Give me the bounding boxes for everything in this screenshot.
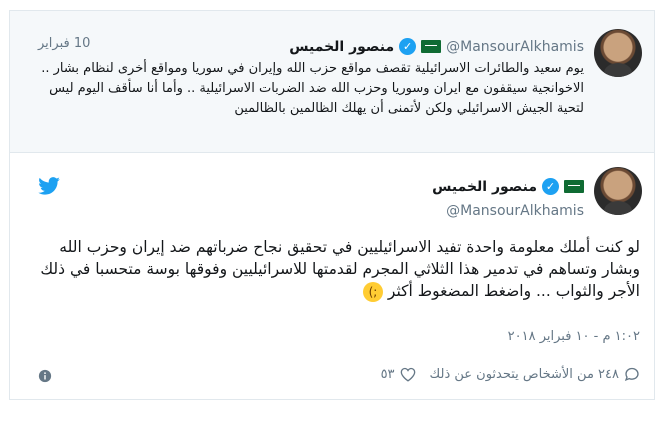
author-avatar[interactable] <box>594 167 642 215</box>
main-tweet: منصور الخميس ✓ @MansourAlkhamis لو كنت أ… <box>9 152 655 400</box>
quoted-tweet[interactable]: منصور الخميس ✓ @MansourAlkhamis 10 فبراي… <box>9 10 655 152</box>
reply-bubble-icon <box>624 367 639 381</box>
saudi-flag-icon <box>421 40 442 53</box>
verified-badge-icon: ✓ <box>399 38 417 55</box>
reply-count-text: ٢٤٨ من الأشخاص يتحدثون عن ذلك <box>429 367 619 382</box>
saudi-flag-icon <box>564 180 584 193</box>
tweet-text: لو كنت أملك معلومة واحدة تفيد الاسرائيلي… <box>24 236 640 302</box>
author-handle[interactable]: @MansourAlkhamis <box>446 39 584 55</box>
info-icon[interactable] <box>38 369 52 383</box>
verified-badge-icon: ✓ <box>542 178 559 195</box>
tweet-actions: ٥٣ ٢٤٨ من الأشخاص يتحدثون عن ذلك <box>381 367 640 382</box>
quoted-author-row: منصور الخميس ✓ @MansourAlkhamis <box>289 38 584 55</box>
tweet-date[interactable]: 10 فبراير <box>38 36 90 51</box>
author-name[interactable]: منصور الخميس <box>432 179 537 195</box>
heart-icon <box>400 367 415 382</box>
quoted-tweet-text: يوم سعيد والطائرات الاسرائيلية تقصف مواق… <box>41 61 584 116</box>
reply-action[interactable]: ٢٤٨ من الأشخاص يتحدثون عن ذلك <box>430 367 640 382</box>
author-avatar[interactable] <box>594 29 642 77</box>
author-handle[interactable]: @MansourAlkhamis <box>446 203 584 219</box>
main-author-row: منصور الخميس ✓ <box>432 178 584 195</box>
tweet-text-content: لو كنت أملك معلومة واحدة تفيد الاسرائيلي… <box>40 238 640 300</box>
author-name[interactable]: منصور الخميس <box>289 39 394 55</box>
tweet-timestamp[interactable]: ١:٠٢ م - ١٠ فبراير ٢٠١٨ <box>508 329 640 344</box>
like-action[interactable]: ٥٣ <box>381 367 416 382</box>
twitter-bird-icon[interactable] <box>38 177 60 195</box>
winking-face-emoji: ;) <box>362 281 383 302</box>
like-count: ٥٣ <box>380 367 395 382</box>
